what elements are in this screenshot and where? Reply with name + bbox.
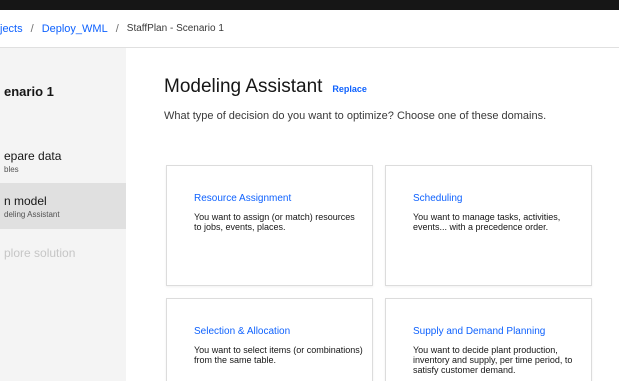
app-window: jects / Deploy_WML / StaffPlan - Scenari… xyxy=(0,0,619,381)
card-selection-allocation[interactable]: Selection & Allocation You want to selec… xyxy=(166,298,373,381)
main-content: Modeling Assistant Replace What type of … xyxy=(126,48,619,381)
page-heading: Modeling Assistant Replace xyxy=(164,76,367,98)
breadcrumb-current: StaffPlan - Scenario 1 xyxy=(126,23,224,34)
page-title: Modeling Assistant xyxy=(164,76,323,97)
card-scheduling[interactable]: Scheduling You want to manage tasks, act… xyxy=(385,165,592,286)
card-description: You want to assign (or match) resources … xyxy=(194,212,355,232)
breadcrumb: jects / Deploy_WML / StaffPlan - Scenari… xyxy=(0,10,619,48)
card-resource-assignment[interactable]: Resource Assignment You want to assign (… xyxy=(166,165,373,286)
breadcrumb-link-projects[interactable]: jects xyxy=(0,23,23,35)
step-label: n model xyxy=(4,194,47,208)
step-run-model[interactable]: n model deling Assistant xyxy=(0,183,126,229)
step-sublabel: deling Assistant xyxy=(4,210,60,219)
step-sublabel: bles xyxy=(4,165,19,174)
sidebar: enario 1 epare data bles n model deling … xyxy=(0,48,126,381)
step-label: plore solution xyxy=(4,246,76,260)
scenario-title: enario 1 xyxy=(4,84,54,99)
step-label: epare data xyxy=(4,149,62,163)
card-description: You want to select items (or combination… xyxy=(194,345,363,365)
card-supply-demand-planning[interactable]: Supply and Demand Planning You want to d… xyxy=(385,298,592,381)
step-explore-solution: plore solution xyxy=(0,246,126,266)
step-prepare-data[interactable]: epare data bles xyxy=(0,148,126,180)
replace-link[interactable]: Replace xyxy=(332,84,367,94)
card-description: You want to decide plant production, inv… xyxy=(413,345,573,375)
card-title: Scheduling xyxy=(413,193,463,204)
card-title: Supply and Demand Planning xyxy=(413,326,546,337)
breadcrumb-separator: / xyxy=(115,22,119,35)
page-subtitle: What type of decision do you want to opt… xyxy=(164,110,547,122)
breadcrumb-link-deploy-wml[interactable]: Deploy_WML xyxy=(42,23,108,35)
card-title: Resource Assignment xyxy=(194,193,292,204)
breadcrumb-separator: / xyxy=(30,22,34,35)
top-header-bar xyxy=(0,0,619,10)
card-description: You want to manage tasks, activities, ev… xyxy=(413,212,561,232)
card-title: Selection & Allocation xyxy=(194,326,291,337)
